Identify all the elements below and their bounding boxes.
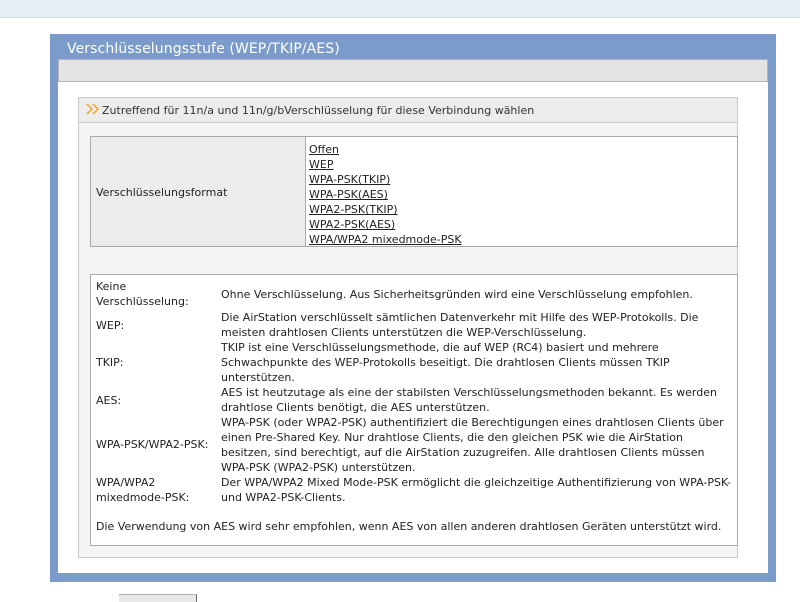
text-line: WPA-PSK (WPA2-PSK) unterstützen. bbox=[221, 461, 416, 474]
option-wep-link[interactable]: WEP bbox=[309, 158, 333, 171]
option-item: WPA/WPA2 mixedmode-PSK bbox=[309, 232, 462, 247]
option-open-link[interactable]: Offen bbox=[309, 143, 339, 156]
description-term: WEP: bbox=[96, 318, 124, 333]
description-box: Keine Verschlüsselung: Ohne Verschlüssel… bbox=[90, 274, 738, 546]
description-text: Der WPA/WPA2 Mixed Mode-PSK ermöglicht d… bbox=[221, 475, 733, 505]
term-line: Verschlüsselung: bbox=[96, 295, 189, 308]
option-item: WPA2-PSK(AES) bbox=[309, 217, 462, 232]
option-item: WPA2-PSK(TKIP) bbox=[309, 202, 462, 217]
description-text: WPA-PSK (oder WPA2-PSK) authentifiziert … bbox=[221, 415, 733, 475]
format-label-cell: Verschlüsselungsformat bbox=[91, 137, 306, 246]
recommendation-note: Die Verwendung von AES wird sehr empfohl… bbox=[96, 520, 722, 533]
toolbar-bar bbox=[58, 59, 768, 82]
section-heading: Zutreffend für 11n/a und 11n/g/bVerschlü… bbox=[102, 104, 535, 117]
term-line: mixedmode-PSK: bbox=[96, 491, 190, 504]
description-term: AES: bbox=[96, 393, 121, 408]
description-term: Keine Verschlüsselung: bbox=[96, 279, 189, 309]
text-line: Schwachpunkte des WEP-Protokolls beseiti… bbox=[221, 356, 670, 369]
text-line: Die AirStation verschlüsselt sämtlichen … bbox=[221, 311, 699, 324]
option-item: WEP bbox=[309, 157, 462, 172]
description-term: WPA-PSK/WPA2-PSK: bbox=[96, 437, 208, 452]
text-line: TKIP ist eine Verschlüsselungsmethode, d… bbox=[221, 341, 659, 354]
term-line: WEP: bbox=[96, 319, 125, 332]
text-line: meisten drahtlosen Clients unterstützen … bbox=[221, 326, 587, 339]
text-line: besitzen, sind berechtigt, auf die AirSt… bbox=[221, 446, 705, 459]
text-line: Ohne Verschlüsselung. Aus Sicherheitsgrü… bbox=[221, 288, 693, 301]
option-item: WPA-PSK(TKIP) bbox=[309, 172, 462, 187]
option-item: Offen bbox=[309, 142, 462, 157]
text-line: einen Pre-Shared Key. Nur drahtlose Clie… bbox=[221, 431, 683, 444]
term-line: WPA/WPA2 bbox=[96, 476, 156, 489]
option-wpa-wpa2-mixed-link[interactable]: WPA/WPA2 mixedmode-PSK bbox=[309, 233, 462, 246]
text-line: und WPA2-PSK-Clients. bbox=[221, 491, 346, 504]
browser-top-strip bbox=[0, 0, 800, 18]
term-line: WPA-PSK/WPA2-PSK: bbox=[96, 438, 209, 451]
text-line: AES ist heutzutage als eine der stabilst… bbox=[221, 386, 717, 399]
description-text: TKIP ist eine Verschlüsselungsmethode, d… bbox=[221, 340, 733, 385]
encryption-settings-frame: Verschlüsselungsstufe (WEP/TKIP/AES) Zut… bbox=[50, 34, 776, 582]
format-label: Verschlüsselungsformat bbox=[96, 186, 228, 199]
format-table: Verschlüsselungsformat Offen WEP WPA-PSK… bbox=[90, 136, 738, 247]
description-text: AES ist heutzutage als eine der stabilst… bbox=[221, 385, 733, 415]
description-term: WPA/WPA2 mixedmode-PSK: bbox=[96, 475, 189, 505]
text-line: Der WPA/WPA2 Mixed Mode-PSK ermöglicht d… bbox=[221, 476, 731, 489]
description-text: Die AirStation verschlüsselt sämtlichen … bbox=[221, 310, 733, 340]
option-wpa2-psk-aes-link[interactable]: WPA2-PSK(AES) bbox=[309, 218, 395, 231]
panel-header: Zutreffend für 11n/a und 11n/g/bVerschlü… bbox=[79, 98, 737, 123]
description-text: Ohne Verschlüsselung. Aus Sicherheitsgrü… bbox=[221, 287, 733, 302]
encryption-option-list: Offen WEP WPA-PSK(TKIP) WPA-PSK(AES) WPA… bbox=[309, 142, 462, 247]
text-line: unterstützen. bbox=[221, 371, 295, 384]
partial-button[interactable] bbox=[119, 594, 197, 602]
option-wpa-psk-aes-link[interactable]: WPA-PSK(AES) bbox=[309, 188, 388, 201]
description-term: TKIP: bbox=[96, 355, 124, 370]
content-area: Zutreffend für 11n/a und 11n/g/bVerschlü… bbox=[58, 59, 768, 573]
term-line: Keine bbox=[96, 280, 127, 293]
option-wpa2-psk-tkip-link[interactable]: WPA2-PSK(TKIP) bbox=[309, 203, 398, 216]
text-line: WPA-PSK (oder WPA2-PSK) authentifiziert … bbox=[221, 416, 724, 429]
option-item: WPA-PSK(AES) bbox=[309, 187, 462, 202]
text-line: drahtlose Clients benötigt, die AES unte… bbox=[221, 401, 490, 414]
option-wpa-psk-tkip-link[interactable]: WPA-PSK(TKIP) bbox=[309, 173, 390, 186]
page-title: Verschlüsselungsstufe (WEP/TKIP/AES) bbox=[67, 41, 340, 57]
double-chevron-right-icon bbox=[86, 104, 99, 114]
term-line: TKIP: bbox=[96, 356, 124, 369]
encryption-panel: Zutreffend für 11n/a und 11n/g/bVerschlü… bbox=[78, 97, 738, 558]
term-line: AES: bbox=[96, 394, 122, 407]
